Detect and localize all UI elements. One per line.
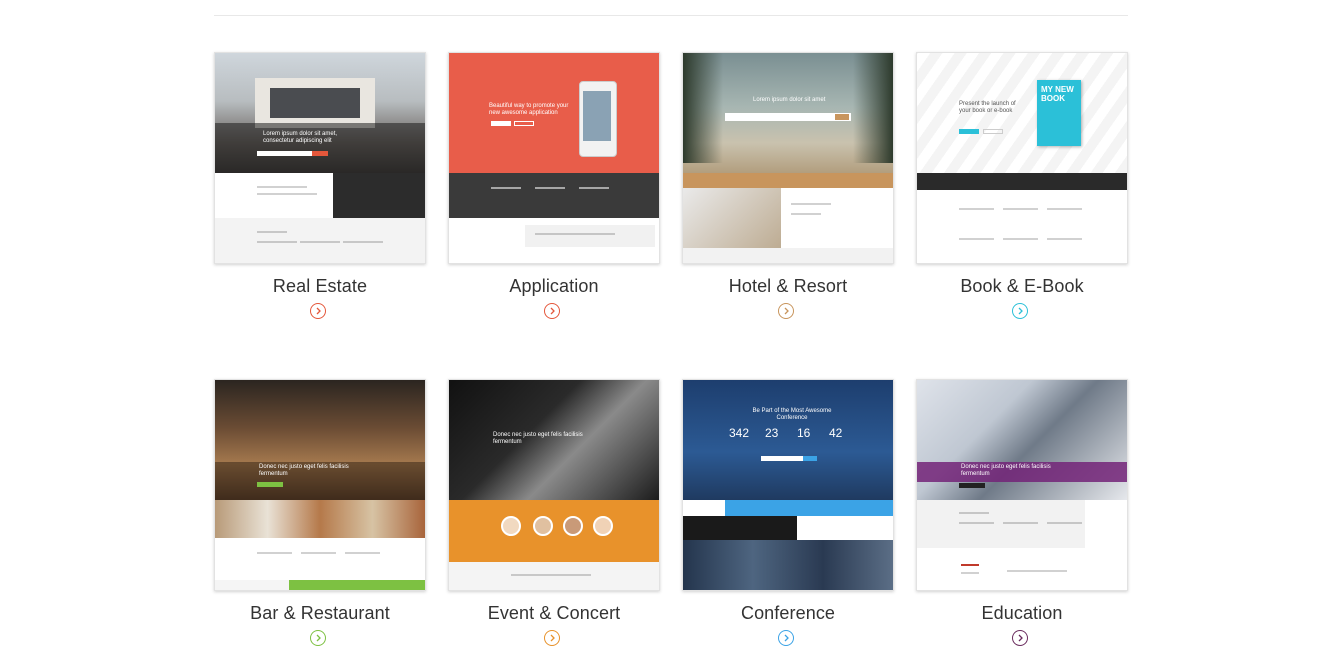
template-thumbnail-bar-restaurant[interactable]: Donec nec justo eget felis facilisis fer… xyxy=(214,379,426,591)
top-divider xyxy=(214,15,1128,16)
template-card-real-estate[interactable]: Lorem ipsum dolor sit amet, consectetur … xyxy=(214,52,426,319)
chevron-right-icon[interactable] xyxy=(544,303,560,319)
hero-text: Donec nec justo eget felis facilisis fer… xyxy=(493,432,583,445)
template-card-education[interactable]: Donec nec justo eget felis facilisis fer… xyxy=(916,379,1128,646)
template-card-conference[interactable]: Be Part of the Most Awesome Conference 3… xyxy=(682,379,894,646)
hero-text: Donec nec justo eget felis facilisis fer… xyxy=(259,464,349,477)
hero-text: Lorem ipsum dolor sit amet xyxy=(753,97,826,103)
chevron-right-icon[interactable] xyxy=(310,303,326,319)
hero-text: Lorem ipsum dolor sit amet, consectetur … xyxy=(263,131,338,144)
template-title-education[interactable]: Education xyxy=(916,603,1128,624)
template-thumbnail-education[interactable]: Donec nec justo eget felis facilisis fer… xyxy=(916,379,1128,591)
template-card-book-ebook[interactable]: Present the launch of your book or e-boo… xyxy=(916,52,1128,319)
chevron-right-icon[interactable] xyxy=(1012,303,1028,319)
chevron-right-icon[interactable] xyxy=(778,630,794,646)
template-title-bar-restaurant[interactable]: Bar & Restaurant xyxy=(214,603,426,624)
template-title-hotel-resort[interactable]: Hotel & Resort xyxy=(682,276,894,297)
template-thumbnail-real-estate[interactable]: Lorem ipsum dolor sit amet, consectetur … xyxy=(214,52,426,264)
hero-text: Present the launch of your book or e-boo… xyxy=(959,101,1016,114)
template-thumbnail-hotel-resort[interactable]: Lorem ipsum dolor sit amet xyxy=(682,52,894,264)
template-title-application[interactable]: Application xyxy=(448,276,660,297)
template-card-bar-restaurant[interactable]: Donec nec justo eget felis facilisis fer… xyxy=(214,379,426,646)
template-thumbnail-conference[interactable]: Be Part of the Most Awesome Conference 3… xyxy=(682,379,894,591)
template-card-event-concert[interactable]: Donec nec justo eget felis facilisis fer… xyxy=(448,379,660,646)
template-thumbnail-application[interactable]: Beautiful way to promote your new awesom… xyxy=(448,52,660,264)
hero-text: Beautiful way to promote your new awesom… xyxy=(489,103,569,116)
chevron-right-icon[interactable] xyxy=(310,630,326,646)
countdown-hours: 23 xyxy=(765,426,779,440)
template-card-hotel-resort[interactable]: Lorem ipsum dolor sit amet Hotel & Resor… xyxy=(682,52,894,319)
template-title-book-ebook[interactable]: Book & E-Book xyxy=(916,276,1128,297)
chevron-right-icon[interactable] xyxy=(544,630,560,646)
template-title-real-estate[interactable]: Real Estate xyxy=(214,276,426,297)
template-thumbnail-book-ebook[interactable]: Present the launch of your book or e-boo… xyxy=(916,52,1128,264)
template-card-application[interactable]: Beautiful way to promote your new awesom… xyxy=(448,52,660,319)
book-cover-title: MY NEW BOOK xyxy=(1041,85,1074,103)
template-thumbnail-event-concert[interactable]: Donec nec justo eget felis facilisis fer… xyxy=(448,379,660,591)
countdown-seconds: 42 xyxy=(829,426,843,440)
template-title-event-concert[interactable]: Event & Concert xyxy=(448,603,660,624)
hero-text: Be Part of the Most Awesome Conference xyxy=(752,408,832,421)
chevron-right-icon[interactable] xyxy=(778,303,794,319)
template-title-conference[interactable]: Conference xyxy=(682,603,894,624)
countdown-minutes: 16 xyxy=(797,426,811,440)
chevron-right-icon[interactable] xyxy=(1012,630,1028,646)
hero-text: Donec nec justo eget felis facilisis fer… xyxy=(961,464,1051,477)
countdown-days: 342 xyxy=(729,426,750,440)
